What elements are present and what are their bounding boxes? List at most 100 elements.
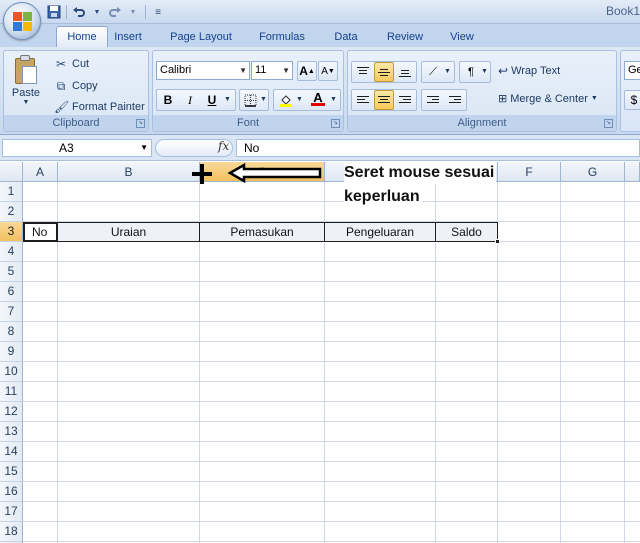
- row-header-12[interactable]: 12: [0, 402, 23, 422]
- cell-b3[interactable]: Uraian: [57, 222, 200, 242]
- font-size-combo[interactable]: 11 ▼: [251, 61, 293, 80]
- title-bar: ▼ ▼ ≡ Book1: [0, 0, 640, 24]
- tab-page-layout[interactable]: Page Layout: [164, 26, 238, 47]
- tab-review[interactable]: Review: [380, 26, 430, 47]
- worksheet-grid[interactable]: A B C D E F G 1 2 3 4 5 6 7 8 9 10 11 12…: [0, 162, 640, 543]
- bold-button[interactable]: B: [158, 90, 178, 110]
- row-header-10[interactable]: 10: [0, 362, 23, 382]
- insert-function-icon[interactable]: fx: [218, 139, 229, 153]
- undo-icon[interactable]: [71, 4, 87, 20]
- chevron-down-icon[interactable]: ▼: [296, 96, 303, 103]
- fill-color-icon[interactable]: [276, 90, 296, 110]
- row-header-4[interactable]: 4: [0, 242, 23, 262]
- redo-dropdown-icon[interactable]: ▼: [125, 4, 141, 20]
- increase-indent-icon[interactable]: [445, 90, 465, 110]
- cell-c3[interactable]: Pemasukan: [199, 222, 325, 242]
- borders-icon[interactable]: [240, 90, 260, 110]
- decrease-indent-icon[interactable]: [423, 90, 443, 110]
- cell-a3-text: No: [32, 225, 48, 239]
- tab-home[interactable]: Home: [56, 26, 108, 47]
- tab-data[interactable]: Data: [326, 26, 366, 47]
- column-header-b[interactable]: B: [58, 162, 200, 182]
- select-all-button[interactable]: [0, 162, 23, 182]
- wrap-text-icon: ↩: [498, 64, 509, 78]
- chevron-down-icon: ▼: [590, 95, 598, 102]
- row-header-11[interactable]: 11: [0, 382, 23, 402]
- orientation-icon[interactable]: ⟋: [423, 62, 443, 82]
- align-top-icon[interactable]: [353, 62, 373, 82]
- align-bottom-icon[interactable]: [395, 62, 415, 82]
- font-name-combo[interactable]: Calibri ▼: [156, 61, 250, 80]
- font-color-icon[interactable]: A: [308, 89, 328, 109]
- cell-e3[interactable]: Saldo: [435, 222, 498, 242]
- cut-button[interactable]: ✂ Cut: [54, 55, 89, 73]
- undo-dropdown-icon[interactable]: ▼: [89, 4, 105, 20]
- row-header-1[interactable]: 1: [0, 182, 23, 202]
- format-painter-button[interactable]: 🖌 Format Painter: [54, 98, 145, 116]
- cut-label: Cut: [72, 58, 90, 70]
- gridline: [23, 481, 640, 482]
- chevron-down-icon[interactable]: ▼: [444, 68, 451, 75]
- copy-button[interactable]: ⧉ Copy: [54, 77, 98, 95]
- gridline: [23, 281, 640, 282]
- customize-icon[interactable]: ≡: [150, 4, 166, 20]
- underline-button[interactable]: U: [202, 90, 222, 110]
- dialog-launcher-icon[interactable]: ↘: [331, 119, 340, 128]
- dialog-launcher-icon[interactable]: ↘: [604, 119, 613, 128]
- wrap-text-button[interactable]: ↩ Wrap Text: [498, 64, 560, 78]
- row-header-3[interactable]: 3: [0, 222, 23, 242]
- column-header-g[interactable]: G: [561, 162, 625, 182]
- row-header-18[interactable]: 18: [0, 522, 23, 542]
- row-header-6[interactable]: 6: [0, 282, 23, 302]
- shrink-font-button[interactable]: A ▼: [318, 61, 338, 81]
- row-header-7[interactable]: 7: [0, 302, 23, 322]
- cell-d3[interactable]: Pengeluaran: [324, 222, 436, 242]
- save-icon[interactable]: [46, 4, 62, 20]
- cell-a3[interactable]: No: [23, 222, 58, 242]
- chevron-down-icon: ▼: [239, 66, 247, 75]
- tab-insert[interactable]: Insert: [108, 26, 148, 47]
- row-header-13[interactable]: 13: [0, 422, 23, 442]
- number-format-combo[interactable]: Ge: [624, 61, 640, 80]
- dialog-launcher-icon[interactable]: ↘: [136, 119, 145, 128]
- row-header-9[interactable]: 9: [0, 342, 23, 362]
- row-header-14[interactable]: 14: [0, 442, 23, 462]
- column-header-a[interactable]: A: [23, 162, 58, 182]
- fill-handle[interactable]: [495, 239, 500, 244]
- scissors-icon: ✂: [55, 57, 67, 71]
- chevron-down-icon[interactable]: ▼: [260, 96, 267, 103]
- row-header-15[interactable]: 15: [0, 462, 23, 482]
- align-right-icon[interactable]: [395, 90, 415, 110]
- row-header-17[interactable]: 17: [0, 502, 23, 522]
- column-header-f[interactable]: F: [498, 162, 561, 182]
- gridline: [23, 421, 640, 422]
- chevron-down-icon[interactable]: ▼: [330, 96, 337, 103]
- grow-font-button[interactable]: A ▲: [297, 61, 317, 81]
- chevron-down-icon[interactable]: ▼: [481, 68, 488, 75]
- tab-view[interactable]: View: [442, 26, 482, 47]
- italic-button[interactable]: I: [180, 90, 200, 110]
- name-box[interactable]: A3 ▼: [2, 139, 152, 157]
- row-header-5[interactable]: 5: [0, 262, 23, 282]
- gridline: [23, 261, 640, 262]
- row-header-16[interactable]: 16: [0, 482, 23, 502]
- window-title: Book1: [605, 4, 640, 18]
- gridline: [23, 321, 640, 322]
- currency-icon[interactable]: $: [624, 90, 640, 110]
- formula-input[interactable]: No: [236, 139, 640, 157]
- row-header-2[interactable]: 2: [0, 202, 23, 222]
- text-direction-icon[interactable]: ¶: [461, 62, 481, 82]
- align-left-icon[interactable]: [353, 90, 373, 110]
- chevron-down-icon[interactable]: ▼: [224, 96, 231, 103]
- office-button[interactable]: [3, 2, 41, 40]
- merge-center-button[interactable]: ⊞ Merge & Center ▼: [498, 92, 598, 106]
- paste-button[interactable]: Paste ▼: [8, 55, 44, 113]
- number-group: Ge $: [620, 50, 640, 132]
- column-header-h[interactable]: [625, 162, 640, 182]
- align-middle-icon[interactable]: [374, 62, 394, 82]
- redo-icon[interactable]: [107, 4, 123, 20]
- row-header-8[interactable]: 8: [0, 322, 23, 342]
- quick-access-toolbar: ▼ ▼ ≡: [46, 3, 166, 21]
- tab-formulas[interactable]: Formulas: [252, 26, 312, 47]
- align-center-icon[interactable]: [374, 90, 394, 110]
